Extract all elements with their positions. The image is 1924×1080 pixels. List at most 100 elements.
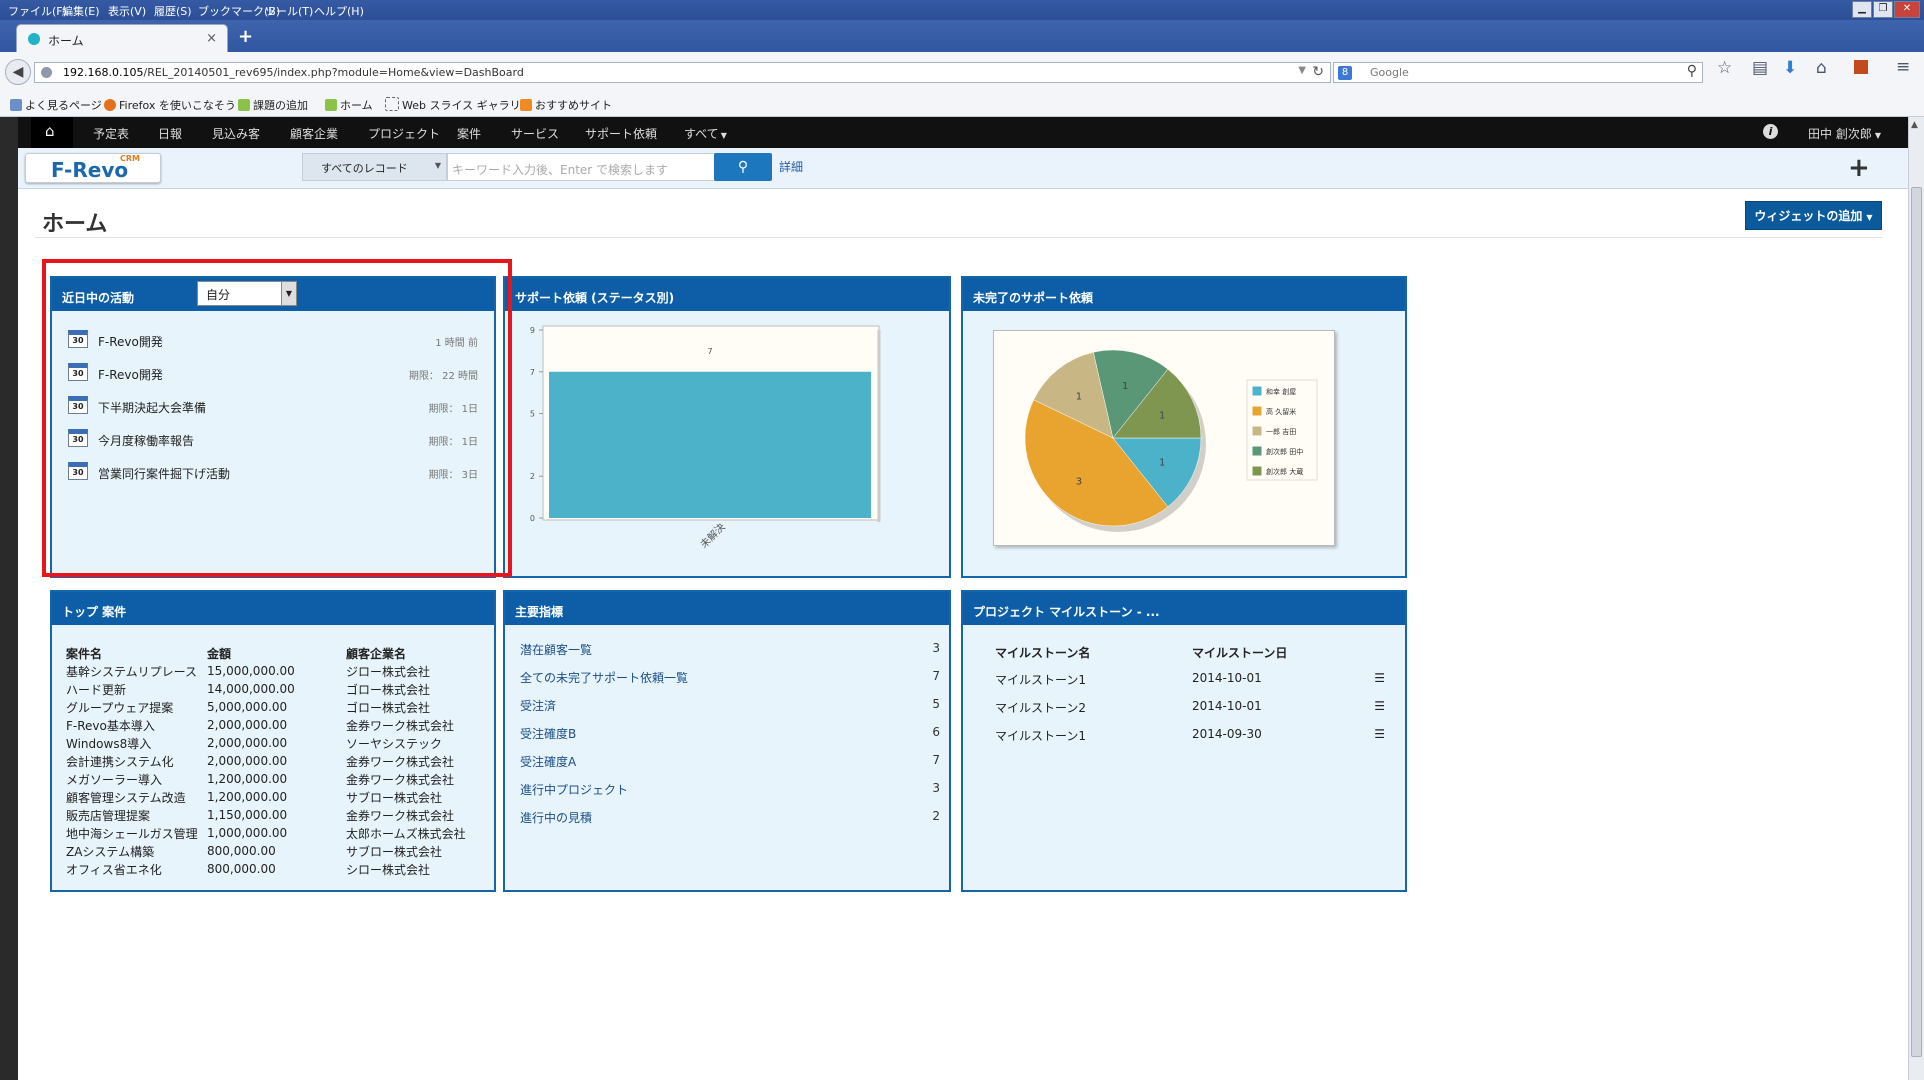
nav-all[interactable]: すべて ▼ [684, 125, 727, 142]
deal-account[interactable]: ゴロー株式会社 [346, 680, 466, 698]
deal-name[interactable]: 基幹システムリプレース [66, 662, 207, 680]
metric-item[interactable]: 進行中の見積 2 [520, 807, 940, 827]
table-row[interactable]: F-Revo基本導入 2,000,000.00 金券ワーク株式会社 [66, 716, 466, 734]
metric-item[interactable]: 受注確度A 7 [520, 751, 940, 771]
deal-account[interactable]: ソーヤシステック [346, 734, 466, 752]
nav-projects[interactable]: プロジェクト [368, 125, 440, 142]
deal-name[interactable]: ハード更新 [66, 680, 207, 698]
home-nav-button[interactable]: ⌂ [31, 117, 73, 148]
nav-accounts[interactable]: 顧客企業 [290, 125, 338, 142]
metric-item[interactable]: 潜在顧客一覧 3 [520, 639, 940, 659]
metric-name[interactable]: 受注済 [520, 697, 556, 714]
url-history-dropdown-icon[interactable]: ▼ [1298, 65, 1306, 76]
table-row[interactable]: 会計連携システム化 2,000,000.00 金券ワーク株式会社 [66, 752, 466, 770]
user-menu[interactable]: 田中 創次郎 ▼ [1808, 125, 1881, 142]
deal-name[interactable]: 販売店管理提案 [66, 806, 207, 824]
add-widget-button[interactable]: ウィジェットの追加 ▼ [1745, 201, 1882, 230]
reading-list-icon[interactable]: ▤ [1752, 58, 1768, 78]
milestone-row[interactable]: マイルストーン1 2014-09-30 ☰ [995, 725, 1385, 745]
deal-name[interactable]: グループウェア提案 [66, 698, 207, 716]
deal-name[interactable]: 会計連携システム化 [66, 752, 207, 770]
deal-account[interactable]: ジロー株式会社 [346, 662, 466, 680]
deal-name[interactable]: オフィス省エネ化 [66, 860, 207, 878]
deal-name[interactable]: メガソーラー導入 [66, 770, 207, 788]
nav-daily-report[interactable]: 日報 [158, 125, 182, 142]
bookmark-item[interactable]: Web スライス ギャラリー [385, 97, 532, 113]
bookmark-star-icon[interactable]: ☆ [1717, 58, 1732, 78]
deal-account[interactable]: 太郎ホームズ株式会社 [346, 824, 466, 842]
record-type-select[interactable]: すべてのレコード ▼ [302, 153, 447, 181]
menu-edit[interactable]: 編集(E) [62, 3, 100, 19]
site-info-icon[interactable] [41, 67, 52, 78]
bookmark-item[interactable]: よく見るページ [10, 97, 102, 113]
menu-tools[interactable]: ツール(T) [265, 3, 313, 19]
list-details-icon[interactable]: ☰ [1374, 671, 1385, 685]
table-row[interactable]: グループウェア提案 5,000,000.00 ゴロー株式会社 [66, 698, 466, 716]
browser-menu-icon[interactable]: ≡ [1896, 57, 1910, 77]
restore-icon[interactable]: ❐ [1873, 1, 1893, 18]
metric-item[interactable]: 受注済 5 [520, 695, 940, 715]
table-row[interactable]: メガソーラー導入 1,200,000.00 金券ワーク株式会社 [66, 770, 466, 788]
deal-account[interactable]: サブロー株式会社 [346, 842, 466, 860]
bookmark-item[interactable]: おすすめサイト [520, 97, 612, 113]
deal-account[interactable]: シロー株式会社 [346, 860, 466, 878]
nav-leads[interactable]: 見込み客 [212, 125, 260, 142]
list-details-icon[interactable]: ☰ [1374, 699, 1385, 713]
nav-support[interactable]: サポート依頼 [585, 125, 657, 142]
table-row[interactable]: ZAシステム構築 800,000.00 サブロー株式会社 [66, 842, 466, 860]
scroll-up-icon[interactable]: ▲ [1911, 120, 1918, 130]
metric-name[interactable]: 全ての未完了サポート依頼一覧 [520, 669, 688, 686]
minimize-icon[interactable]: ▁ [1852, 1, 1872, 18]
deal-account[interactable]: 金券ワーク株式会社 [346, 716, 466, 734]
bookmark-item[interactable]: 課題の追加 [238, 97, 308, 113]
back-icon[interactable]: ◀ [5, 59, 31, 85]
browser-tab[interactable]: ホーム × [16, 24, 228, 52]
deal-account[interactable]: 金券ワーク株式会社 [346, 770, 466, 788]
metric-name[interactable]: 潜在顧客一覧 [520, 641, 592, 658]
address-bar[interactable]: 192.168.0.105/REL_20140501_rev695/index.… [34, 62, 1331, 83]
metric-name[interactable]: 受注確度B [520, 725, 576, 742]
search-engine-icon[interactable]: 8 [1338, 66, 1352, 80]
metric-name[interactable]: 進行中の見積 [520, 809, 592, 826]
metric-item[interactable]: 進行中プロジェクト 3 [520, 779, 940, 799]
milestone-row[interactable]: マイルストーン2 2014-10-01 ☰ [995, 697, 1385, 717]
table-row[interactable]: ハード更新 14,000,000.00 ゴロー株式会社 [66, 680, 466, 698]
addon-icon[interactable] [1854, 60, 1868, 74]
table-row[interactable]: 販売店管理提案 1,150,000.00 金券ワーク株式会社 [66, 806, 466, 824]
menu-history[interactable]: 履歴(S) [154, 3, 192, 19]
nav-deals[interactable]: 案件 [457, 125, 481, 142]
deal-account[interactable]: サブロー株式会社 [346, 788, 466, 806]
menu-help[interactable]: ヘルプ(H) [314, 3, 364, 19]
browser-home-icon[interactable]: ⌂ [1816, 58, 1827, 78]
download-icon[interactable]: ⬇ [1783, 58, 1797, 78]
table-row[interactable]: 顧客管理システム改造 1,200,000.00 サブロー株式会社 [66, 788, 466, 806]
search-icon[interactable]: ⚲ [1687, 63, 1697, 79]
deal-name[interactable]: F-Revo基本導入 [66, 716, 207, 734]
web-search-box[interactable]: 8 Google ⚲ [1333, 62, 1703, 83]
milestone-row[interactable]: マイルストーン1 2014-10-01 ☰ [995, 669, 1385, 689]
deal-name[interactable]: 顧客管理システム改造 [66, 788, 207, 806]
info-icon[interactable]: i [1763, 124, 1778, 139]
table-row[interactable]: 基幹システムリプレース 15,000,000.00 ジロー株式会社 [66, 662, 466, 680]
close-window-icon[interactable]: ✕ [1894, 1, 1920, 18]
deal-account[interactable]: ゴロー株式会社 [346, 698, 466, 716]
metric-item[interactable]: 受注確度B 6 [520, 723, 940, 743]
table-row[interactable]: 地中海シェールガス管理 1,000,000.00 太郎ホームズ株式会社 [66, 824, 466, 842]
menu-file[interactable]: ファイル(F) [8, 3, 67, 19]
nav-services[interactable]: サービス [511, 125, 559, 142]
metric-name[interactable]: 進行中プロジェクト [520, 781, 628, 798]
page-scrollbar[interactable]: ▲ [1908, 117, 1924, 1080]
metric-item[interactable]: 全ての未完了サポート依頼一覧 7 [520, 667, 940, 687]
deal-name[interactable]: 地中海シェールガス管理 [66, 824, 207, 842]
deal-name[interactable]: Windows8導入 [66, 734, 207, 752]
nav-calendar[interactable]: 予定表 [93, 125, 129, 142]
deal-name[interactable]: ZAシステム構築 [66, 842, 207, 860]
advanced-search-link[interactable]: 詳細 [779, 158, 803, 175]
tab-close-icon[interactable]: × [206, 31, 217, 46]
reload-icon[interactable]: ↻ [1312, 64, 1324, 80]
table-row[interactable]: オフィス省エネ化 800,000.00 シロー株式会社 [66, 860, 466, 878]
logo[interactable]: F-Revo CRM [25, 153, 161, 183]
table-row[interactable]: Windows8導入 2,000,000.00 ソーヤシステック [66, 734, 466, 752]
bookmark-item[interactable]: Firefox を使いこなそう [104, 97, 236, 113]
scrollbar-thumb[interactable] [1911, 187, 1922, 1057]
